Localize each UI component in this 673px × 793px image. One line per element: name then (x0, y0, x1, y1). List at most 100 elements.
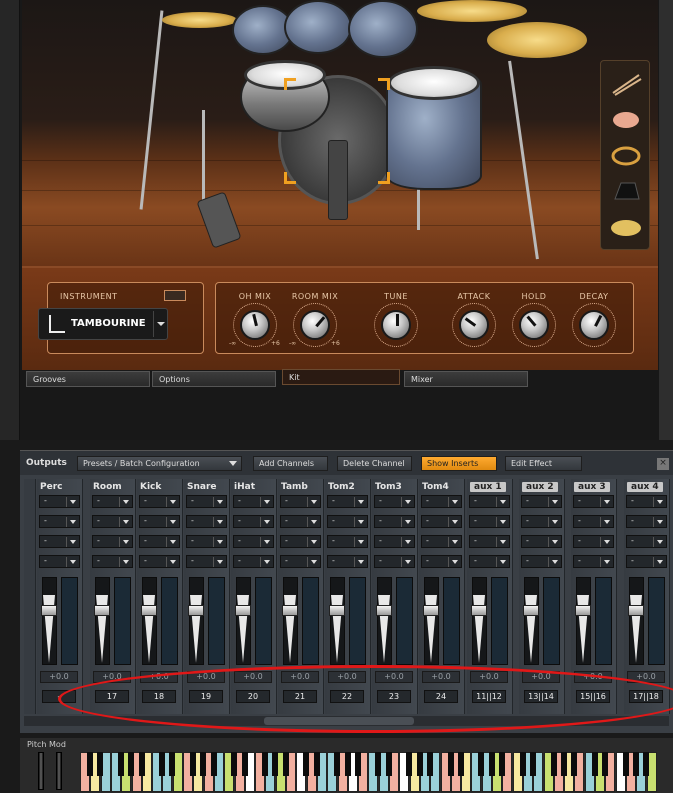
insert-slot-dropdown[interactable]: - (573, 515, 614, 528)
right-scrollbar[interactable] (659, 0, 673, 440)
volume-fader-handle[interactable] (141, 605, 157, 616)
volume-fader-handle[interactable] (575, 605, 591, 616)
insert-slot-dropdown[interactable]: - (626, 495, 667, 508)
delete-channel-button[interactable]: Delete Channel (337, 456, 412, 471)
tab-mixer[interactable]: Mixer (404, 371, 528, 387)
volume-fader-handle[interactable] (282, 605, 298, 616)
insert-slot-dropdown[interactable]: - (233, 555, 274, 568)
piano-black-key[interactable] (426, 752, 433, 776)
mixer-horizontal-scrollbar[interactable] (24, 716, 669, 726)
piano-black-key[interactable] (519, 752, 526, 776)
insert-slot-dropdown[interactable]: - (374, 555, 415, 568)
insert-slot-dropdown[interactable]: - (327, 535, 368, 548)
volume-fader-handle[interactable] (188, 605, 204, 616)
oh-mix-knob[interactable] (240, 310, 270, 340)
gain-field[interactable]: +0.0 (470, 671, 508, 683)
insert-slot-dropdown[interactable]: - (139, 515, 180, 528)
instrument-selector[interactable]: TAMBOURINE (38, 308, 168, 340)
tom-right[interactable] (348, 0, 418, 58)
insert-slot-dropdown[interactable]: - (139, 535, 180, 548)
piano-black-key[interactable] (231, 752, 238, 776)
pitch-wheel[interactable] (38, 752, 44, 790)
insert-slot-dropdown[interactable]: - (469, 495, 510, 508)
insert-slot-dropdown[interactable]: - (521, 495, 562, 508)
insert-slot-dropdown[interactable]: - (469, 555, 510, 568)
piano-black-key[interactable] (643, 752, 650, 776)
piano-black-key[interactable] (447, 752, 454, 776)
insert-slot-dropdown[interactable]: - (374, 495, 415, 508)
piano-black-key[interactable] (313, 752, 320, 776)
china-cymbal[interactable] (417, 0, 527, 22)
gain-field[interactable]: +0.0 (234, 671, 272, 683)
piano-black-key[interactable] (334, 752, 341, 776)
insert-slot-dropdown[interactable]: - (280, 515, 321, 528)
volume-fader-handle[interactable] (423, 605, 439, 616)
piano-black-key[interactable] (550, 752, 557, 776)
piano-black-key[interactable] (200, 752, 207, 776)
insert-slot-dropdown[interactable]: - (374, 535, 415, 548)
gain-field[interactable]: +0.0 (187, 671, 225, 683)
piano-black-key[interactable] (529, 752, 536, 776)
insert-slot-dropdown[interactable]: - (186, 515, 227, 528)
piano-black-key[interactable] (385, 752, 392, 776)
gain-field[interactable]: +0.0 (574, 671, 612, 683)
piano-black-key[interactable] (344, 752, 351, 776)
insert-slot-dropdown[interactable]: - (327, 555, 368, 568)
insert-slot-dropdown[interactable]: - (421, 515, 462, 528)
piano-black-key[interactable] (488, 752, 495, 776)
output-assign-button[interactable]: - (42, 690, 76, 703)
volume-fader-handle[interactable] (471, 605, 487, 616)
piano-black-key[interactable] (169, 752, 176, 776)
hihat-pedal[interactable] (196, 191, 242, 249)
gain-field[interactable]: +0.0 (40, 671, 78, 683)
tom-mid[interactable] (284, 0, 352, 54)
output-assign-button[interactable]: 19 (189, 690, 223, 703)
output-assign-button[interactable]: 22 (330, 690, 364, 703)
piano-black-key[interactable] (138, 752, 145, 776)
drum-kit-view[interactable] (22, 0, 658, 266)
tab-options[interactable]: Options (152, 371, 276, 387)
piano-black-key[interactable] (457, 752, 464, 776)
insert-slot-dropdown[interactable]: - (573, 535, 614, 548)
insert-slot-dropdown[interactable]: - (280, 495, 321, 508)
piano-black-key[interactable] (262, 752, 269, 776)
insert-slot-dropdown[interactable]: - (421, 495, 462, 508)
output-assign-button[interactable]: 20 (236, 690, 270, 703)
gain-field[interactable]: +0.0 (93, 671, 131, 683)
insert-slot-dropdown[interactable]: - (573, 555, 614, 568)
insert-slot-dropdown[interactable]: - (92, 555, 133, 568)
piano-black-key[interactable] (499, 752, 505, 776)
piano-black-key[interactable] (375, 752, 382, 776)
insert-slot-dropdown[interactable]: - (39, 555, 80, 568)
output-assign-button[interactable]: 11||12 (472, 690, 506, 703)
output-assign-button[interactable]: 13||14 (524, 690, 558, 703)
piano-black-key[interactable] (97, 752, 104, 776)
gain-field[interactable]: +0.0 (422, 671, 460, 683)
volume-fader-handle[interactable] (329, 605, 345, 616)
piano-black-key[interactable] (303, 752, 310, 776)
piano-black-key[interactable] (87, 752, 93, 776)
cowbell-icon[interactable] (609, 177, 643, 207)
insert-slot-dropdown[interactable]: - (92, 535, 133, 548)
piano-black-key[interactable] (210, 752, 217, 776)
insert-slot-dropdown[interactable]: - (39, 495, 80, 508)
volume-fader-handle[interactable] (235, 605, 251, 616)
piano-black-key[interactable] (128, 752, 135, 776)
piano-black-key[interactable] (406, 752, 413, 776)
piano-black-key[interactable] (571, 752, 578, 776)
insert-slot-dropdown[interactable]: - (92, 515, 133, 528)
volume-fader-handle[interactable] (94, 605, 110, 616)
crash-cymbal[interactable] (162, 12, 237, 28)
tab-grooves[interactable]: Grooves (26, 371, 150, 387)
insert-slot-dropdown[interactable]: - (469, 515, 510, 528)
piano-black-key[interactable] (241, 752, 248, 776)
insert-slot-dropdown[interactable]: - (92, 495, 133, 508)
output-assign-button[interactable]: 18 (142, 690, 176, 703)
piano-black-key[interactable] (117, 752, 124, 776)
insert-slot-dropdown[interactable]: - (233, 515, 274, 528)
output-assign-button[interactable]: 17||18 (629, 690, 663, 703)
add-channels-button[interactable]: Add Channels (253, 456, 328, 471)
piano-black-key[interactable] (272, 752, 279, 776)
scrollbar-thumb[interactable] (264, 717, 414, 725)
edit-effect-button[interactable]: Edit Effect (505, 456, 582, 471)
